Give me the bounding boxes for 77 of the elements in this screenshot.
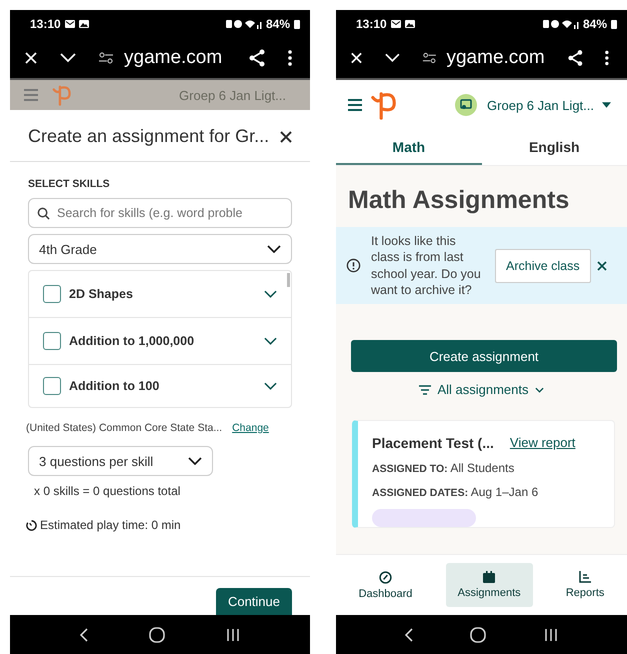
share-icon[interactable] [566, 49, 584, 67]
grade-select[interactable]: 4th Grade [28, 234, 292, 264]
skill-label: 2D Shapes [69, 287, 134, 301]
back-icon[interactable] [80, 628, 88, 642]
notice-text: It looks like this class is from last school year. Do you want to archive it? [371, 233, 482, 298]
gauge-icon [379, 570, 392, 584]
class-icon [455, 94, 478, 116]
assignment-filter[interactable]: All assignments [413, 381, 550, 398]
menu-icon[interactable] [348, 99, 362, 111]
home-icon[interactable] [470, 626, 486, 642]
skill-checkbox[interactable] [43, 285, 61, 303]
search-icon [37, 207, 50, 220]
battery-icon [294, 19, 300, 29]
bottom-nav-item[interactable]: Dashboard [346, 563, 424, 607]
more-icon[interactable] [605, 50, 609, 66]
chevron-down-icon[interactable] [264, 337, 277, 345]
logo-icon[interactable] [370, 90, 398, 120]
subject-tab[interactable]: English [482, 130, 627, 165]
recents-icon[interactable] [544, 628, 558, 642]
status-icons-drawing [226, 19, 262, 29]
assignment-detail: ASSIGNED TO: All Students [372, 461, 516, 475]
back-icon[interactable] [404, 628, 413, 642]
share-icon[interactable] [248, 49, 266, 67]
url-text[interactable]: ygame.com [124, 47, 226, 69]
recents-icon[interactable] [226, 628, 240, 642]
mail-icon [64, 20, 75, 28]
search-field[interactable]: Search for skills (e.g. word proble [28, 198, 292, 228]
skill-checkbox[interactable] [43, 377, 61, 395]
battery-icon [611, 19, 617, 29]
status-icons-drawing [542, 19, 579, 29]
create-assignment-button[interactable]: Create assignment [351, 340, 617, 372]
chevron-down-icon[interactable] [264, 290, 277, 298]
status-time: 13:10 [30, 17, 61, 31]
scrollbar [287, 273, 290, 287]
skill-checkbox[interactable] [43, 332, 61, 350]
bottom-nav-item[interactable]: Assignments [446, 563, 533, 607]
questions-total: x 0 skills = 0 questions total [33, 484, 182, 498]
subject-tab[interactable]: Math [336, 130, 482, 165]
assignment-title: Placement Test (... [372, 435, 494, 451]
modal-title: Create an assignment for Gr... [28, 126, 270, 147]
info-icon [346, 258, 361, 273]
questions-select[interactable]: 3 questions per skill [28, 446, 213, 476]
archive-class-button[interactable]: Archive class [495, 248, 591, 282]
image-icon [78, 20, 89, 28]
timer-icon [26, 520, 37, 530]
filter-icon [419, 384, 432, 394]
skill-label: Addition to 100 [69, 379, 160, 393]
skill-label: Addition to 1,000,000 [69, 334, 196, 348]
url-text[interactable]: ygame.com [446, 47, 545, 69]
site-settings-icon[interactable] [98, 52, 114, 64]
chevron-down-icon [534, 386, 544, 392]
view-report-link[interactable]: View report [510, 435, 576, 451]
home-icon[interactable] [148, 626, 165, 642]
page-title: Math Assignments [348, 186, 570, 215]
battery-level: 84% [582, 17, 607, 31]
bar-chart-icon [579, 571, 592, 583]
play-time: Estimated play time: 0 min [40, 518, 181, 532]
caret-icon[interactable] [602, 102, 611, 108]
section-label: SELECT SKILLS [28, 178, 111, 190]
mail-icon [390, 20, 401, 28]
continue-button[interactable]: Continue [216, 588, 292, 615]
assignment-detail: ASSIGNED DATES: Aug 1–Jan 6 [372, 485, 540, 499]
chevron-down-icon [188, 457, 202, 465]
calendar-icon [483, 571, 496, 583]
more-icon[interactable] [288, 50, 292, 66]
close-icon[interactable] [280, 130, 292, 142]
image-icon [404, 20, 415, 28]
class-selector[interactable]: Groep 6 Jan Ligt... [487, 98, 594, 112]
close-icon[interactable] [596, 260, 607, 270]
chevron-down-icon[interactable] [264, 382, 277, 390]
standard-text: (United States) Common Core State Sta... [26, 422, 222, 434]
chevron-down-icon [267, 245, 281, 253]
site-settings-icon[interactable] [422, 52, 436, 64]
bottom-nav-item[interactable]: Reports [554, 563, 616, 607]
battery-level: 84% [266, 17, 290, 31]
status-time: 13:10 [356, 17, 387, 31]
change-link[interactable]: Change [232, 422, 269, 434]
